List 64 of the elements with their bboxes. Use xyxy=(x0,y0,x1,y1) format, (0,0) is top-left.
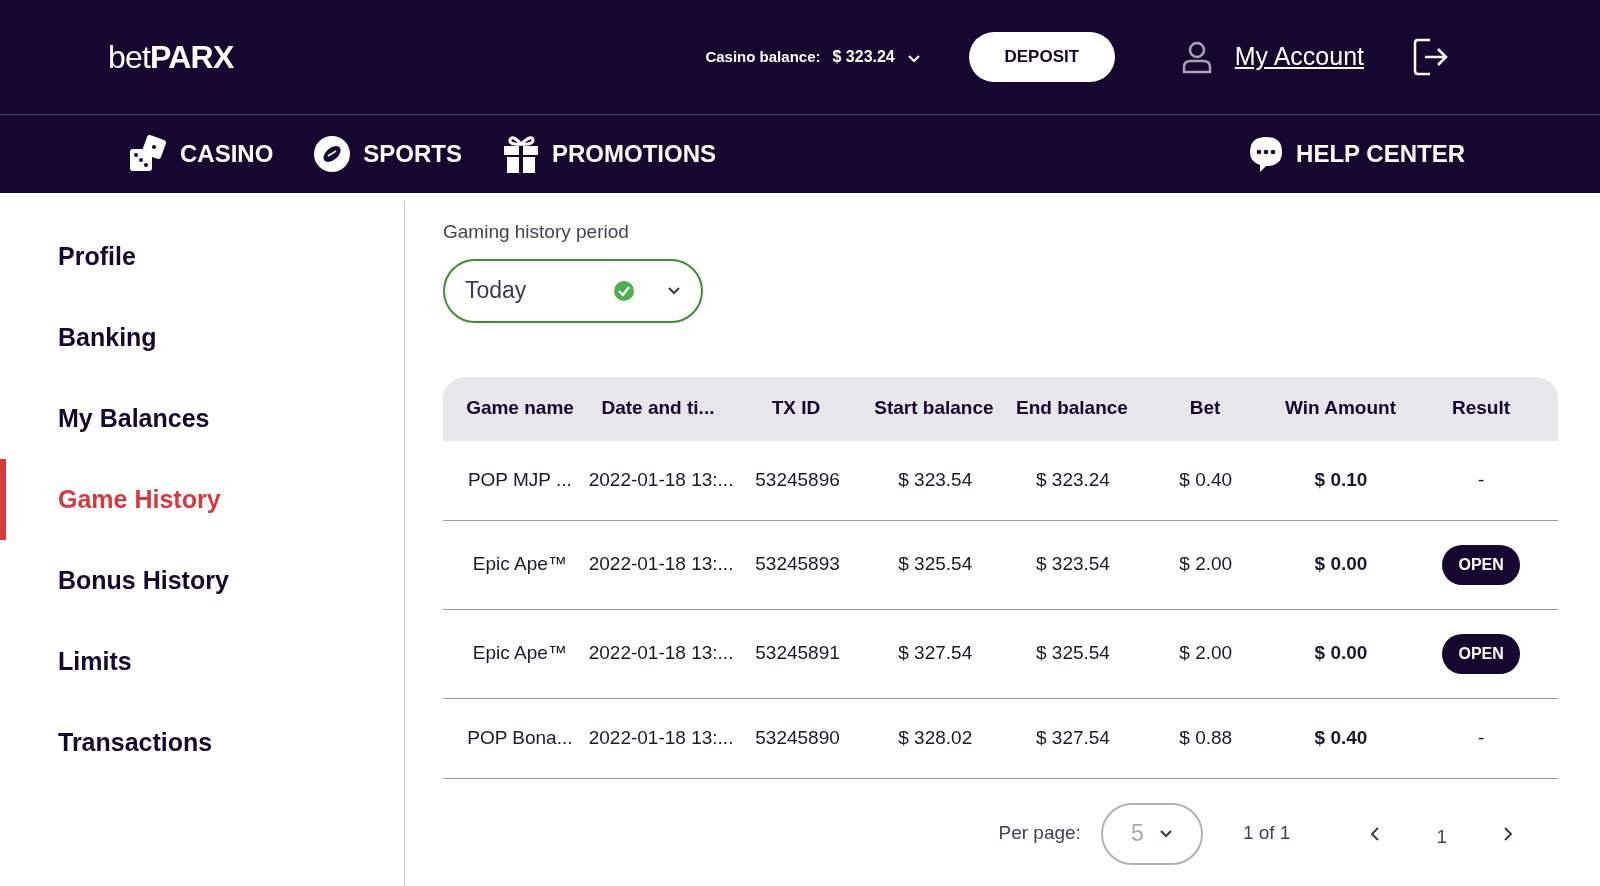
table-cell-text: $ 0.00 xyxy=(1313,552,1369,577)
status-badge: OPEN xyxy=(1442,633,1520,674)
gift-icon xyxy=(502,134,541,174)
sidebar-item[interactable]: Banking xyxy=(0,297,404,378)
sidebar-item[interactable]: My Balances xyxy=(0,378,404,459)
table-cell-text: - xyxy=(1478,467,1485,492)
logo[interactable]: betPARX xyxy=(108,33,234,81)
table-cell-text: $ 327.54 xyxy=(1034,725,1111,750)
column-header: TX ID xyxy=(770,396,822,421)
status-badge: OPEN xyxy=(1442,544,1520,585)
sidebar-item[interactable]: Bonus History xyxy=(0,540,404,621)
page-range: 1 of 1 xyxy=(1242,821,1291,846)
chevron-down-icon xyxy=(1158,828,1173,839)
chevron-left-icon xyxy=(1370,825,1381,842)
sidebar-item[interactable]: Limits xyxy=(0,621,404,702)
nav-link[interactable]: CASINO xyxy=(128,135,274,173)
column-header: Start balance xyxy=(873,396,995,421)
sidebar-item[interactable]: Profile xyxy=(0,216,404,297)
field-label: Gaming history period xyxy=(443,220,630,244)
table-cell-text: $ 0.00 xyxy=(1313,641,1369,666)
sidebar-item[interactable]: Transactions xyxy=(0,702,404,783)
chevron-down-icon xyxy=(667,285,681,296)
sidebar-item[interactable]: Game History xyxy=(0,459,404,540)
table-cell-text: Epic Ape™ xyxy=(471,552,568,577)
table-cell-text: $ 325.54 xyxy=(1034,641,1111,666)
table-cell-text: $ 2.00 xyxy=(1178,552,1234,577)
table-cell-text: $ 0.40 xyxy=(1313,725,1369,750)
table-cell-text: $ 323.54 xyxy=(897,467,974,492)
table-cell-text: $ 0.40 xyxy=(1178,467,1234,492)
football-icon xyxy=(313,135,352,173)
table-cell-text: POP Bona... xyxy=(466,725,574,750)
check-circle-icon xyxy=(613,279,635,302)
chevron-right-icon xyxy=(1503,825,1513,842)
column-header: Bet xyxy=(1188,396,1222,421)
table-cell-text: $ 2.00 xyxy=(1178,641,1234,666)
table-cell-text: $ 0.10 xyxy=(1313,467,1369,492)
balance-label: Casino balance: xyxy=(705,46,821,67)
page-number[interactable]: 1 xyxy=(1436,823,1447,852)
table-cell-text: $ 325.54 xyxy=(897,552,974,577)
logout-icon xyxy=(1412,37,1450,77)
nav-link[interactable]: SPORTS xyxy=(313,135,463,173)
per-page-label: Per page: xyxy=(998,821,1081,846)
table-cell-text: $ 327.54 xyxy=(897,641,974,666)
column-header: Game name xyxy=(465,396,575,421)
table-cell-text: $ 323.24 xyxy=(1034,467,1111,492)
table-cell-text: $ 0.88 xyxy=(1178,725,1234,750)
chevron-down-icon xyxy=(906,54,921,64)
chat-bubble-icon xyxy=(1248,135,1285,173)
balance-amount: $ 323.24 xyxy=(832,47,895,67)
column-header: End balance xyxy=(1014,396,1129,421)
deposit-button[interactable]: DEPOSIT xyxy=(968,32,1115,82)
table-cell-text: $ 328.02 xyxy=(897,725,974,750)
dice-icon xyxy=(128,135,168,173)
help-center-link[interactable]: HELP CENTER xyxy=(1248,135,1465,173)
nav-link[interactable]: PROMOTIONS xyxy=(502,134,717,174)
table-cell-text: POP MJP ... xyxy=(466,467,573,492)
my-account-link[interactable]: My Account xyxy=(1234,38,1364,76)
table-cell-text: $ 323.54 xyxy=(1034,552,1111,577)
table-cell-text: Epic Ape™ xyxy=(471,641,568,666)
period-dropdown[interactable]: Today xyxy=(443,258,703,323)
column-header: Date and ti... xyxy=(600,396,716,421)
column-header: Result xyxy=(1450,396,1511,421)
column-header: Win Amount xyxy=(1284,396,1397,421)
table-cell-text: - xyxy=(1478,725,1485,750)
